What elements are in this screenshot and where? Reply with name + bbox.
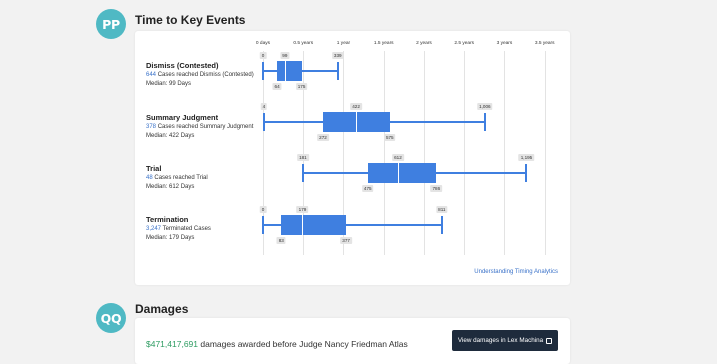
whisker-cap-max <box>440 216 443 234</box>
whisker-cap-max <box>336 62 339 80</box>
min-value-tag: 0 <box>259 206 267 213</box>
q3-value-tag: 175 <box>295 83 308 90</box>
max-value-tag: 339 <box>331 52 344 59</box>
min-value-tag: 181 <box>297 154 309 161</box>
gridline <box>464 51 466 255</box>
row-label-termination: Termination 3,247 Terminated Cases Media… <box>146 215 211 242</box>
row-label-trial: Trial 48 Cases reached Trial Median: 612… <box>146 164 208 191</box>
median-value-tag: 99 <box>280 52 290 59</box>
axis-tick-label: 2.5 years <box>454 41 475 46</box>
row-count[interactable]: 3,247 <box>146 226 161 232</box>
row-label-dismiss: Dismiss (Contested) 644 Cases reached Di… <box>146 61 254 88</box>
q1-value-tag: 272 <box>317 134 329 141</box>
whisker-cap-min <box>301 164 304 182</box>
row-count[interactable]: 48 <box>146 175 153 181</box>
axis-tick-label: 0.5 years <box>293 41 314 46</box>
iqr-box <box>281 215 347 235</box>
gridline <box>504 51 506 255</box>
view-damages-label: View damages in Lex Machina <box>457 337 544 344</box>
whisker-cap-min <box>262 113 265 131</box>
row-median: Median: 612 Days <box>146 183 195 190</box>
avatar-qq: QQ <box>96 303 126 333</box>
median-line <box>356 112 358 132</box>
damages-summary: $471,417,691 damages awarded before Judg… <box>146 339 408 349</box>
median-value-tag: 179 <box>296 206 309 213</box>
axis-tick-label: 2 years <box>416 41 432 46</box>
section-title-timing: Time to Key Events <box>135 13 246 27</box>
q1-value-tag: 83 <box>276 237 286 244</box>
max-value-tag: 1,006 <box>477 103 493 110</box>
row-count-text: Cases reached Dismiss (Contested) <box>157 72 254 78</box>
damages-description: damages awarded before Judge Nancy Fried… <box>198 339 408 349</box>
axis-tick-label: 1 year <box>336 41 351 46</box>
iqr-box <box>277 61 302 81</box>
row-count[interactable]: 644 <box>146 72 156 78</box>
row-median: Median: 179 Days <box>146 234 195 241</box>
axis-tick-label: 0 days <box>255 41 271 46</box>
row-count-text: Terminated Cases <box>162 226 211 232</box>
min-value-tag: 0 <box>259 52 267 59</box>
damages-card: $471,417,691 damages awarded before Judg… <box>135 318 570 364</box>
median-line <box>397 163 399 183</box>
view-damages-button[interactable]: View damages in Lex Machina <box>452 330 558 351</box>
axis-tick-label: 3.5 years <box>534 41 555 46</box>
whisker-cap-min <box>262 62 264 80</box>
gridline <box>544 51 546 255</box>
median-line <box>284 61 286 81</box>
whisker-cap-max <box>525 164 528 182</box>
q3-value-tag: 786 <box>430 185 443 192</box>
external-link-icon <box>546 337 553 344</box>
avatar-pp: PP <box>96 9 126 39</box>
row-count-text: Cases reached Trial <box>154 175 208 181</box>
q1-value-tag: 475 <box>361 185 374 192</box>
row-median: Median: 422 Days <box>146 132 195 139</box>
row-count[interactable]: 378 <box>146 124 156 130</box>
row-name: Trial <box>146 164 162 173</box>
section-title-damages: Damages <box>135 302 189 316</box>
max-value-tag: 1,195 <box>518 154 535 161</box>
row-label-summary-judgment: Summary Judgment 378 Cases reached Summa… <box>146 113 253 140</box>
iqr-box <box>367 163 437 183</box>
median-value-tag: 422 <box>350 103 362 110</box>
row-median: Median: 99 Days <box>146 80 192 87</box>
min-value-tag: 4 <box>260 103 268 110</box>
median-line <box>302 215 304 235</box>
row-name: Dismiss (Contested) <box>146 61 219 70</box>
axis-tick-label: 3 years <box>496 41 513 46</box>
whisker-cap-min <box>262 216 264 234</box>
q3-value-tag: 377 <box>340 237 352 244</box>
row-name: Termination <box>146 215 189 224</box>
whisker-cap-max <box>483 113 486 131</box>
row-count-text: Cases reached Summary Judgment <box>157 124 254 130</box>
understanding-timing-link[interactable]: Understanding Timing Analytics <box>474 269 558 275</box>
q1-value-tag: 64 <box>272 83 282 90</box>
median-value-tag: 612 <box>392 154 404 161</box>
timing-card: 0 days 0.5 years 1 year 1.5 years 2 years 2.5… <box>135 31 570 285</box>
row-name: Summary Judgment <box>146 113 219 122</box>
axis-tick-label: 1.5 years <box>373 41 394 46</box>
damages-amount: $471,417,691 <box>146 339 198 349</box>
max-value-tag: 811 <box>436 206 448 213</box>
q3-value-tag: 575 <box>383 134 396 141</box>
